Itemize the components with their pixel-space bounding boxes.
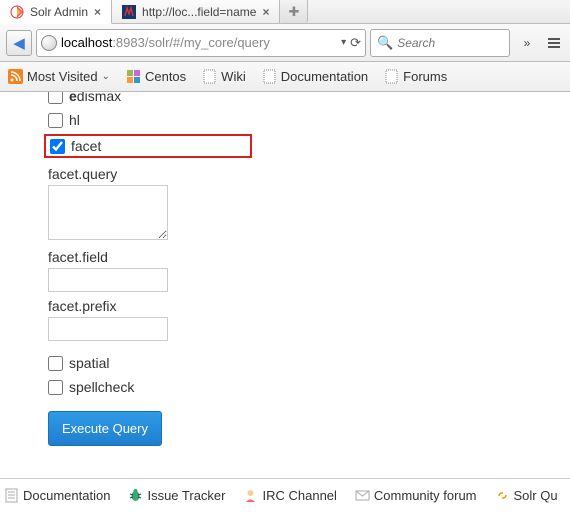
nav-bar: ◀ localhost:8983/solr/#/my_core/query ▾ … [0, 24, 570, 62]
option-edismax: eedismaxdismax [48, 92, 248, 108]
doc-icon [4, 488, 19, 503]
tab-title: http://loc...field=name [142, 5, 256, 19]
new-tab-button[interactable]: ✚ [280, 0, 308, 23]
solr-icon [10, 5, 24, 19]
facet-field-input[interactable] [48, 268, 168, 292]
bookmark-label: Centos [145, 69, 186, 84]
edismax-label: eedismaxdismax [69, 92, 121, 104]
bookmark-forums[interactable]: Forums [384, 69, 447, 84]
bookmark-label: Documentation [281, 69, 368, 84]
chevron-down-icon: ⌄ [102, 71, 110, 82]
footer-solr-query[interactable]: Solr Qu [495, 488, 558, 503]
facet-prefix-input[interactable] [48, 317, 168, 341]
menu-button[interactable] [544, 34, 564, 52]
bookmark-label: Forums [403, 69, 447, 84]
footer-irc[interactable]: IRC Channel [243, 488, 336, 503]
footer-documentation[interactable]: Documentation [4, 488, 110, 503]
globe-icon [41, 35, 57, 51]
bookmark-most-visited[interactable]: Most Visited ⌄ [8, 69, 110, 84]
feed-icon [8, 69, 23, 84]
back-button[interactable]: ◀ [6, 30, 32, 56]
footer-label: IRC Channel [262, 488, 336, 503]
facet-field-label: facet.field [48, 243, 248, 265]
footer-label: Documentation [23, 488, 110, 503]
page-icon [262, 69, 277, 84]
footer-label: Community forum [374, 488, 477, 503]
close-icon[interactable]: × [94, 5, 101, 19]
tab-solr-admin[interactable]: Solr Admin × [0, 0, 112, 24]
page-icon [202, 69, 217, 84]
plus-icon: ✚ [289, 4, 300, 20]
bookmark-documentation[interactable]: Documentation [262, 69, 368, 84]
centos-icon [126, 69, 141, 84]
hl-label: hl [69, 112, 80, 128]
overflow-button[interactable]: » [514, 30, 540, 56]
arrow-left-icon: ◀ [13, 34, 25, 52]
spatial-checkbox[interactable] [48, 356, 63, 371]
spellcheck-checkbox[interactable] [48, 380, 63, 395]
bookmark-centos[interactable]: Centos [126, 69, 186, 84]
facet-label: facet [71, 138, 101, 154]
option-facet: facet [44, 134, 252, 158]
facet-query-input[interactable] [48, 185, 168, 240]
edismax-checkbox[interactable] [48, 92, 63, 104]
option-spellcheck: spellcheck [48, 375, 248, 399]
url-bar[interactable]: localhost:8983/solr/#/my_core/query ▾ ⟳ [36, 29, 366, 57]
tab-bar: Solr Admin × http://loc...field=name × ✚ [0, 0, 570, 24]
url-text: localhost:8983/solr/#/my_core/query [61, 35, 337, 50]
option-hl: hl [48, 108, 248, 132]
tab-http-loc[interactable]: http://loc...field=name × [112, 0, 280, 23]
bookmark-label: Wiki [221, 69, 246, 84]
bookmarks-bar: Most Visited⌄ Centos Wiki Documentation … [0, 62, 570, 92]
facet-checkbox[interactable] [50, 139, 65, 154]
close-icon[interactable]: × [262, 5, 269, 19]
bookmark-label: Most Visited [27, 69, 98, 84]
search-icon: 🔍 [377, 35, 393, 51]
footer-community[interactable]: Community forum [355, 488, 477, 503]
spellcheck-label: spellcheck [69, 379, 134, 395]
user-icon [243, 488, 258, 503]
footer-label: Solr Qu [514, 488, 558, 503]
reload-icon[interactable]: ⟳ [350, 35, 361, 51]
page-icon [384, 69, 399, 84]
search-input[interactable] [397, 36, 503, 50]
chevrons-icon: » [524, 36, 531, 50]
facet-query-label: facet.query [48, 160, 248, 182]
content-area: eedismaxdismax hl facet facet.query face… [0, 92, 570, 478]
facet-prefix-label: facet.prefix [48, 292, 248, 314]
bookmark-wiki[interactable]: Wiki [202, 69, 246, 84]
chevron-down-icon[interactable]: ▾ [341, 37, 346, 48]
hl-checkbox[interactable] [48, 113, 63, 128]
footer-issue-tracker[interactable]: Issue Tracker [128, 488, 225, 503]
spatial-label: spatial [69, 355, 109, 371]
footer-bar: Documentation Issue Tracker IRC Channel … [0, 478, 570, 512]
option-spatial: spatial [48, 351, 248, 375]
mozilla-icon [122, 5, 136, 19]
footer-label: Issue Tracker [147, 488, 225, 503]
bug-icon [128, 488, 143, 503]
search-box[interactable]: 🔍 [370, 29, 510, 57]
link-icon [495, 488, 510, 503]
execute-query-button[interactable]: Execute Query [48, 411, 162, 446]
mail-icon [355, 488, 370, 503]
tab-title: Solr Admin [30, 5, 88, 19]
